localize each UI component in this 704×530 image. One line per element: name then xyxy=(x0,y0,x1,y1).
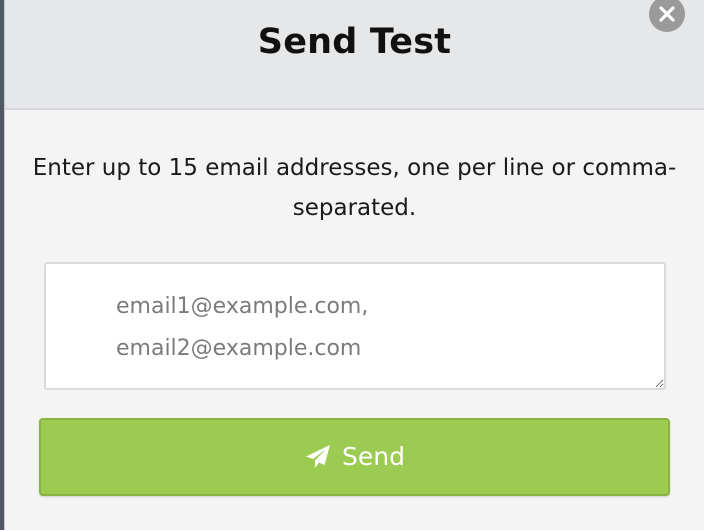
paper-plane-icon xyxy=(304,443,332,471)
instructions-text: Enter up to 15 email addresses, one per … xyxy=(32,155,677,221)
send-button[interactable]: Send xyxy=(39,418,670,496)
close-icon xyxy=(659,6,675,22)
modal-title: Send Test xyxy=(257,22,452,62)
email-addresses-input[interactable] xyxy=(44,262,666,390)
send-button-label: Send xyxy=(342,442,405,471)
send-test-modal: Send Test Enter up to 15 email addresses… xyxy=(4,0,704,530)
modal-header: Send Test xyxy=(5,0,704,110)
